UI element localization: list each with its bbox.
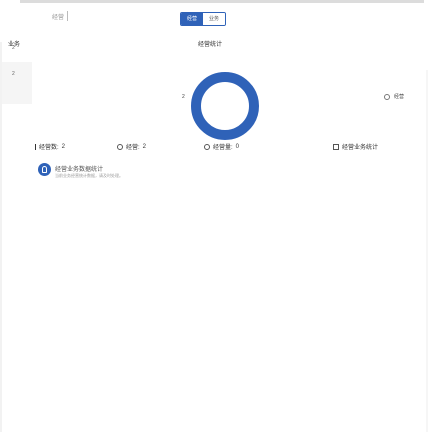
bar-icon	[35, 143, 36, 150]
top-border	[20, 0, 424, 3]
stat-item: 经营数: 2	[35, 142, 65, 151]
stat-value: 2	[61, 143, 66, 150]
filter-chip[interactable]: 经营	[52, 8, 69, 24]
side-nav-item[interactable]: 2	[12, 45, 15, 51]
page-title: 经营统计	[198, 42, 223, 48]
circle-icon	[204, 143, 210, 150]
avatar	[38, 163, 51, 176]
stat-item: 经营量: 0	[204, 142, 239, 151]
tab-overview[interactable]: 业务	[203, 13, 226, 25]
circle-icon	[117, 143, 123, 150]
right-divider	[426, 70, 428, 432]
side-nav[interactable]: 2 2	[2, 45, 32, 104]
stat-value: 0	[235, 143, 240, 150]
chip-separator-icon	[67, 11, 69, 21]
side-nav-item[interactable]: 2	[12, 71, 15, 77]
donut-chart	[191, 72, 259, 140]
stats-row: 经营数: 2 经营: 2 经营量: 0 经营业务统计	[0, 142, 432, 154]
stat-label: 经营业务统计	[342, 145, 379, 151]
notice-item[interactable]: 经营业务数据统计 当前业务经营统计数据，请及时处理。	[38, 163, 258, 183]
chart-legend[interactable]: 经营	[384, 93, 404, 100]
legend-dot-icon	[384, 93, 390, 100]
tab-business[interactable]: 经营	[181, 13, 204, 25]
notice-subtitle: 当前业务经营统计数据，请及时处理。	[55, 173, 123, 178]
stat-label: 经营:	[126, 145, 140, 151]
box-icon	[333, 143, 339, 150]
notice-title: 经营业务数据统计	[55, 167, 104, 173]
legend-label: 经营	[394, 94, 405, 100]
app-page: 经营 经营 业务 业务 经营统计 2 2 2 经营 经营数: 2 经营: 2 经…	[0, 0, 432, 432]
stat-label: 经营量:	[213, 145, 233, 151]
stat-item: 经营业务统计	[333, 142, 378, 151]
chart-value-label: 2	[182, 94, 185, 100]
stat-value: 2	[142, 143, 147, 150]
filter-chip-label: 经营	[52, 14, 65, 21]
view-toggle[interactable]: 经营 业务	[180, 12, 227, 26]
stat-label: 经营数:	[39, 145, 59, 151]
stat-item: 经营: 2	[117, 142, 146, 151]
